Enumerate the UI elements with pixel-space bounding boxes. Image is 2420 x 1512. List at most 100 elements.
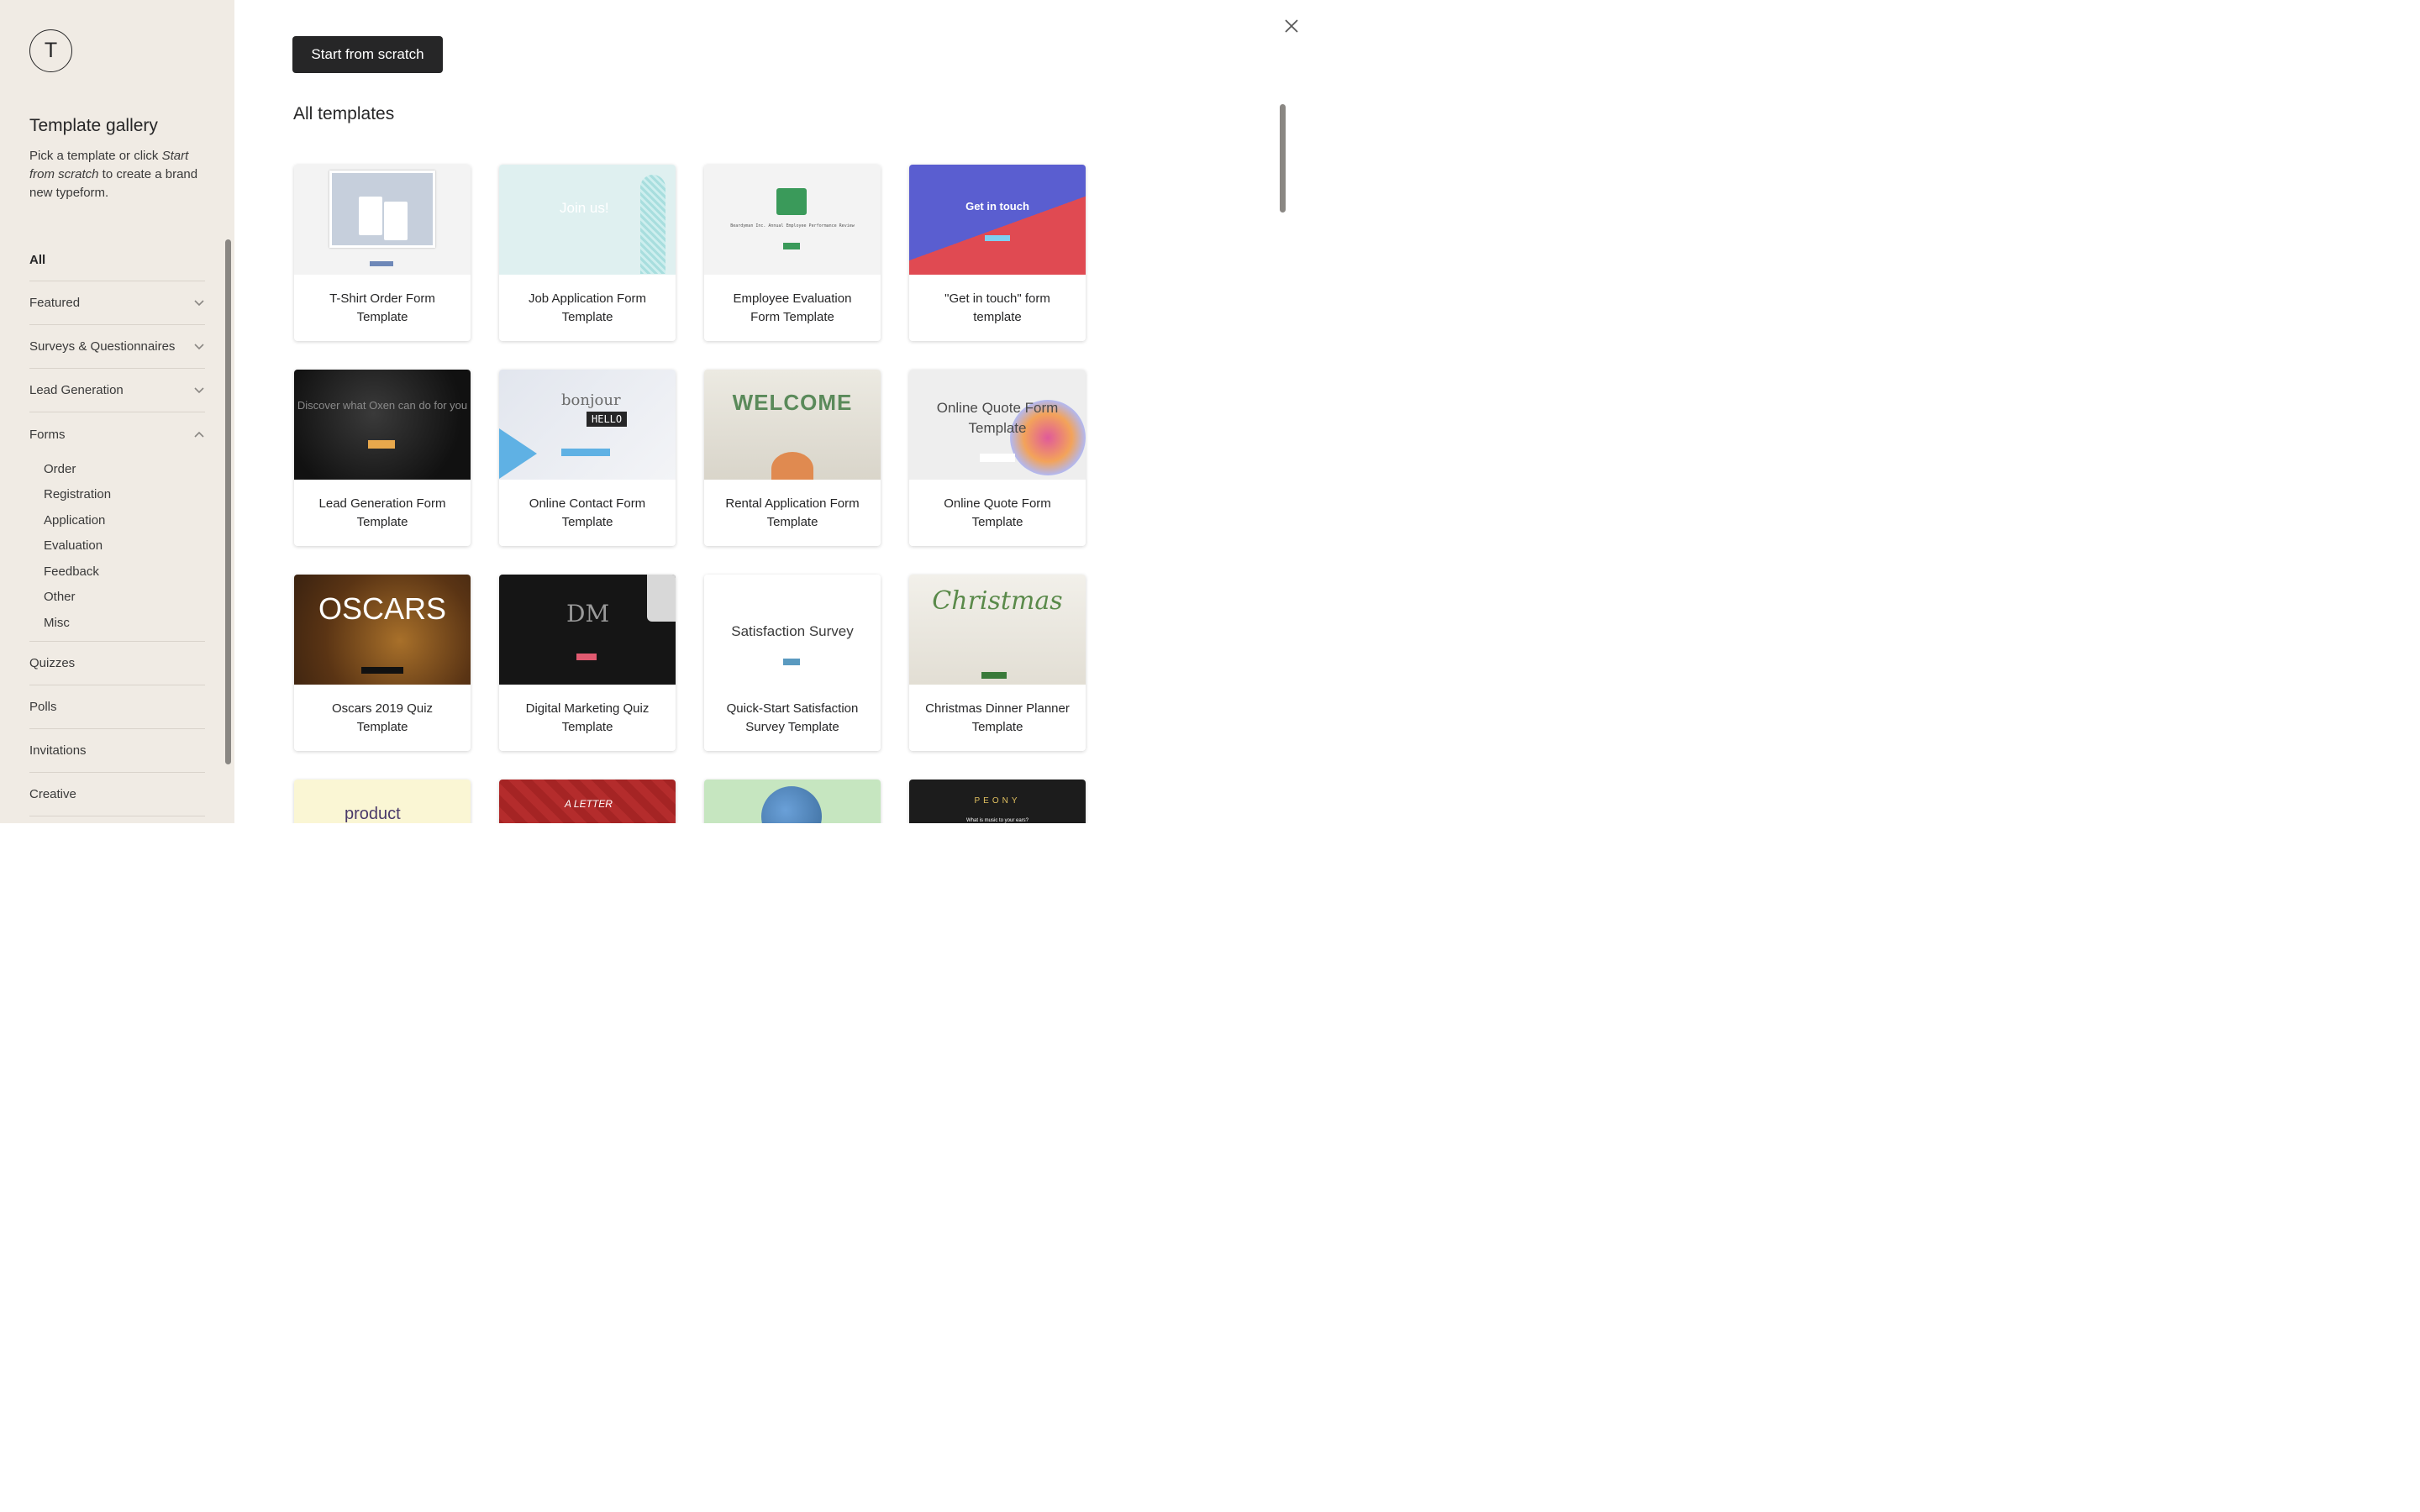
thumbnail-text: Beardyman Inc. Annual Employee Performan… [730, 223, 855, 228]
template-name: Employee Evaluation Form Template [733, 291, 852, 324]
template-name: Lead Generation Form Template [318, 496, 446, 529]
chevron-down-icon [193, 385, 205, 396]
template-name: "Get in touch" form template [944, 291, 1050, 324]
subcategory-order[interactable]: Order [29, 456, 205, 482]
template-card[interactable]: Christmas Christmas Dinner Planner Templ… [909, 575, 1086, 751]
chevron-down-icon [193, 341, 205, 353]
template-card[interactable] [704, 780, 881, 823]
id-badge-icon [776, 188, 807, 215]
template-card[interactable]: WELCOME Rental Application Form Template [704, 370, 881, 546]
thumbnail-text-box: HELLO [587, 412, 628, 427]
template-card[interactable]: Satisfaction Survey Quick-Start Satisfac… [704, 575, 881, 751]
subcategory-application[interactable]: Application [29, 507, 205, 533]
template-card[interactable]: A LETTER [499, 780, 676, 823]
category-label: All [29, 252, 46, 267]
category-label: Polls [29, 699, 57, 714]
thumbnail-button [361, 667, 403, 674]
thumbnail-text: product [345, 805, 401, 823]
thumbnail-cactus [640, 175, 666, 274]
start-from-scratch-button[interactable]: Start from scratch [292, 36, 443, 73]
template-card[interactable]: OSCARS Oscars 2019 Quiz Template [294, 575, 471, 751]
template-thumbnail [704, 780, 881, 823]
template-card[interactable]: product [294, 780, 471, 823]
label-tag [359, 197, 382, 235]
thumbnail-image [329, 171, 435, 248]
template-thumbnail: DM [499, 575, 676, 685]
template-thumbnail: A LETTER [499, 780, 676, 823]
template-card[interactable]: Get in touch "Get in touch" form templat… [909, 165, 1086, 341]
template-name: Job Application Form Template [528, 291, 647, 324]
template-card[interactable]: T-Shirt Order Form Template [294, 165, 471, 341]
category-label: Quizzes [29, 655, 76, 670]
category-forms[interactable]: Forms [29, 412, 205, 456]
thumbnail-text: bonjour [561, 391, 621, 409]
thumbnail-subtext: What is music to your ears? [965, 818, 1029, 823]
workspace-avatar[interactable]: T [29, 29, 72, 72]
thumbnail-text: OSCARS [318, 591, 447, 626]
category-surveys[interactable]: Surveys & Questionnaires [29, 325, 205, 369]
thumbnail-plant [771, 452, 813, 480]
subcategory-evaluation[interactable]: Evaluation [29, 533, 205, 559]
template-card[interactable]: DM Digital Marketing Quiz Template [499, 575, 676, 751]
category-invitations[interactable]: Invitations [29, 729, 205, 773]
sidebar-title: Template gallery [29, 116, 158, 135]
subcategory-other[interactable]: Other [29, 585, 205, 611]
template-card[interactable]: Online Quote Form Template Online Quote … [909, 370, 1086, 546]
category-featured[interactable]: Featured [29, 281, 205, 325]
thumbnail-button [783, 659, 800, 665]
section-title: All templates [293, 104, 395, 123]
template-grid: T-Shirt Order Form Template Join us! Job… [294, 165, 1086, 823]
category-quizzes[interactable]: Quizzes [29, 642, 205, 685]
category-label: Creative [29, 786, 76, 801]
template-card[interactable]: Join us! Job Application Form Template [499, 165, 676, 341]
label-tag [384, 202, 408, 240]
category-lead-generation[interactable]: Lead Generation [29, 369, 205, 412]
thumbnail-text: Get in touch [965, 200, 1029, 213]
avatar-letter: T [44, 39, 58, 62]
template-thumbnail: bonjour HELLO [499, 370, 676, 480]
thumbnail-text: Join us! [560, 200, 609, 216]
template-name: Oscars 2019 Quiz Template [331, 701, 434, 734]
template-thumbnail [294, 165, 471, 275]
thumbnail-button [561, 449, 610, 456]
template-thumbnail: Satisfaction Survey [704, 575, 881, 685]
thumbnail-text: Online Quote Form Template [936, 400, 1059, 436]
thumbnail-text: A LETTER [565, 798, 613, 810]
template-name: Rental Application Form Template [725, 496, 860, 529]
thumbnail-text: PEONY [974, 796, 1021, 806]
main-scrollbar[interactable] [1280, 104, 1286, 213]
category-label: Surveys & Questionnaires [29, 339, 176, 354]
template-thumbnail: Beardyman Inc. Annual Employee Performan… [704, 165, 881, 275]
description-text: Pick a template or click [29, 149, 162, 163]
category-forms-group: Forms Order Registration Application Eva… [29, 412, 205, 642]
sidebar-scrollbar[interactable] [225, 239, 231, 764]
sidebar-description: Pick a template or click Start from scra… [29, 147, 210, 202]
category-label: Lead Generation [29, 383, 124, 397]
close-icon[interactable] [1282, 17, 1301, 35]
thumbnail-button [576, 654, 597, 660]
template-card[interactable]: Beardyman Inc. Annual Employee Performan… [704, 165, 881, 341]
sidebar: T Template gallery Pick a template or cl… [0, 0, 234, 823]
thumbnail-button [981, 672, 1007, 679]
thumbnail-button [980, 454, 1015, 462]
template-card[interactable]: PEONY What is music to your ears? [909, 780, 1086, 823]
thumbnail-text: Christmas [932, 586, 1063, 616]
chevron-up-icon [193, 428, 205, 440]
template-thumbnail: product [294, 780, 471, 823]
category-list: All Featured Surveys & Questionnaires Le… [29, 239, 205, 816]
thumbnail-triangle [499, 428, 537, 479]
category-creative[interactable]: Creative [29, 773, 205, 816]
template-name: T-Shirt Order Form Template [329, 291, 435, 324]
thumbnail-button [985, 235, 1010, 241]
category-label: Forms [29, 427, 66, 442]
template-card[interactable]: bonjour HELLO Online Contact Form Templa… [499, 370, 676, 546]
template-card[interactable]: Discover what Oxen can do for you Lead G… [294, 370, 471, 546]
category-polls[interactable]: Polls [29, 685, 205, 729]
subcategory-registration[interactable]: Registration [29, 482, 205, 508]
category-all[interactable]: All [29, 239, 205, 281]
thumbnail-text: DM [566, 600, 610, 627]
subcategory-misc[interactable]: Misc [29, 610, 205, 636]
thumbnail-button [368, 440, 395, 449]
template-name: Online Quote Form Template [944, 496, 1051, 529]
subcategory-feedback[interactable]: Feedback [29, 559, 205, 585]
